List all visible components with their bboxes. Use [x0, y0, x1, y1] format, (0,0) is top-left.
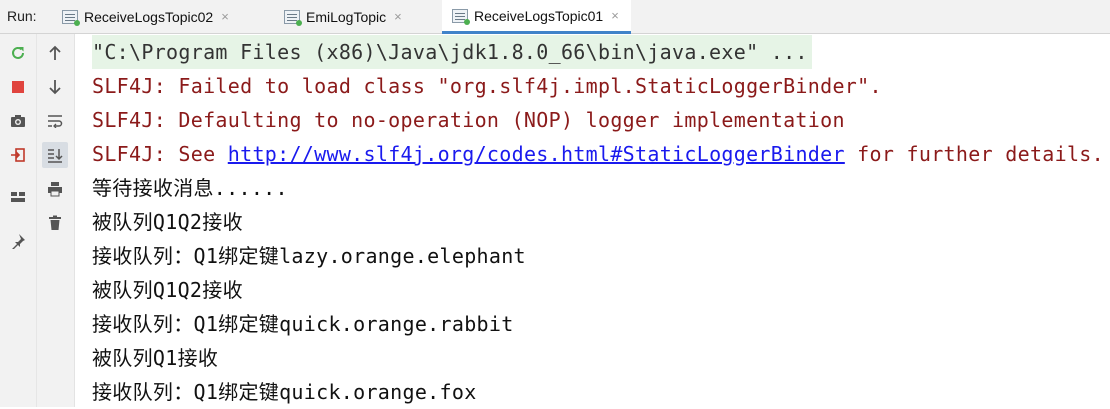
exit-icon[interactable] — [5, 142, 31, 168]
tab-receivelogstopic01[interactable]: ReceiveLogsTopic01 × — [442, 0, 631, 34]
slf4j-docs-link[interactable]: http://www.slf4j.org/codes.html#StaticLo… — [228, 142, 845, 166]
output-line: 被队列Q1Q2接收 — [92, 278, 243, 302]
slf4j-error-line: SLF4J: Defaulting to no-operation (NOP) … — [92, 108, 845, 132]
console-output[interactable]: "C:\Program Files (x86)\Java\jdk1.8.0_66… — [92, 34, 1104, 407]
command-line: "C:\Program Files (x86)\Java\jdk1.8.0_66… — [92, 35, 812, 69]
tab-label: EmiLogTopic — [306, 8, 387, 25]
print-icon[interactable] — [42, 176, 68, 202]
tab-receivelogstopic02[interactable]: ReceiveLogsTopic02 × — [62, 0, 229, 33]
run-label: Run: — [7, 8, 37, 24]
output-line: 被队列Q1接收 — [92, 346, 219, 370]
layout-icon[interactable] — [5, 184, 31, 210]
run-toolbar — [0, 34, 75, 407]
close-icon[interactable]: × — [221, 9, 229, 24]
slf4j-suffix: for further details. — [844, 142, 1104, 166]
camera-icon[interactable] — [5, 108, 31, 134]
run-config-icon — [452, 8, 470, 25]
pin-icon[interactable] — [5, 228, 31, 254]
slf4j-prefix: SLF4J: See — [92, 142, 228, 166]
arrow-down-icon[interactable] — [42, 74, 68, 100]
output-line: 等待接收消息...... — [92, 176, 288, 200]
output-line: 接收队列：Q1绑定键lazy.orange.elephant — [92, 244, 526, 268]
close-icon[interactable]: × — [394, 9, 402, 24]
close-icon[interactable]: × — [611, 8, 619, 23]
run-config-icon — [62, 9, 80, 26]
trash-icon[interactable] — [42, 210, 68, 236]
rerun-icon[interactable] — [5, 40, 31, 66]
tab-label: ReceiveLogsTopic02 — [84, 8, 214, 25]
toolbar-divider — [36, 34, 37, 407]
run-config-icon — [284, 9, 302, 26]
output-line: 接收队列：Q1绑定键quick.orange.rabbit — [92, 312, 514, 336]
slf4j-error-line: SLF4J: See http://www.slf4j.org/codes.ht… — [92, 137, 1104, 171]
stop-icon[interactable] — [5, 74, 31, 100]
soft-wrap-icon[interactable] — [42, 108, 68, 134]
scroll-to-end-icon[interactable] — [42, 142, 68, 168]
output-line: 接收队列：Q1绑定键quick.orange.fox — [92, 380, 477, 404]
tab-emilogtopic[interactable]: EmiLogTopic × — [284, 0, 402, 33]
tab-label: ReceiveLogsTopic01 — [474, 7, 604, 24]
slf4j-error-line: SLF4J: Failed to load class "org.slf4j.i… — [92, 74, 882, 98]
run-tab-bar: Run: ReceiveLogsTopic02 × EmiLogTopic × … — [0, 0, 1110, 34]
output-line: 被队列Q1Q2接收 — [92, 210, 243, 234]
arrow-up-icon[interactable] — [42, 40, 68, 66]
